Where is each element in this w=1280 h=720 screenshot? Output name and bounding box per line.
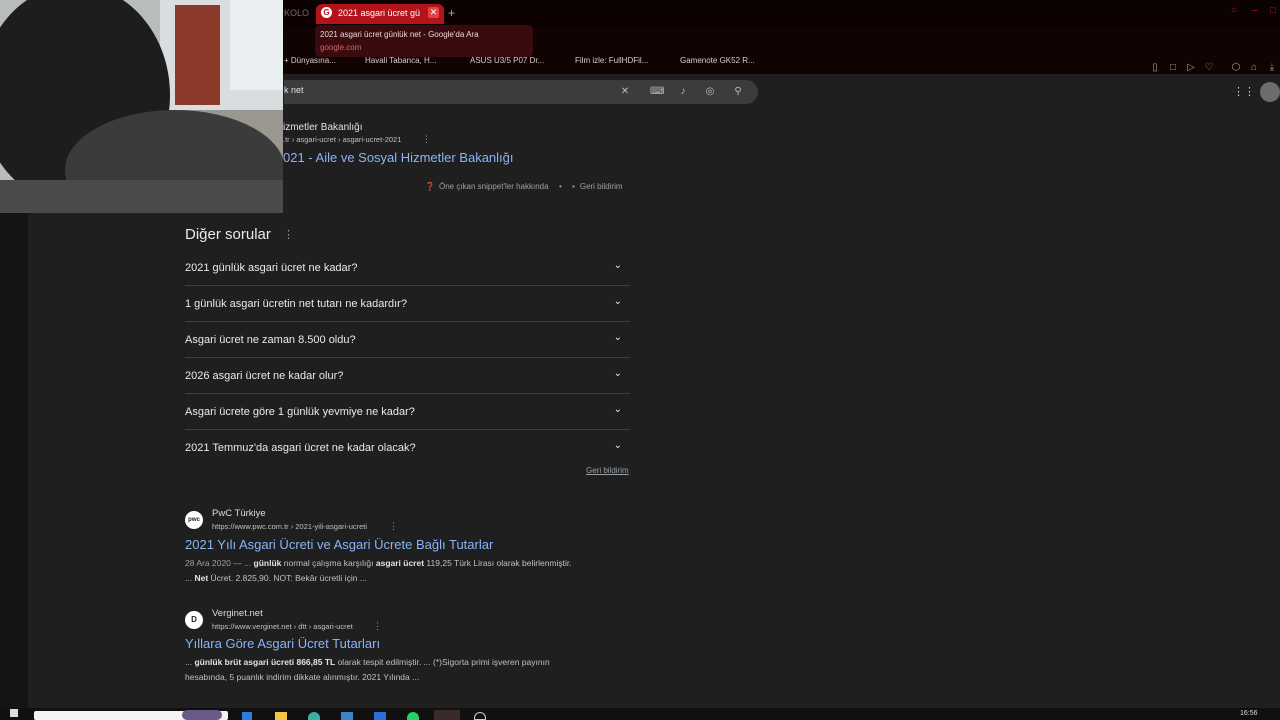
- snippet-url[interactable]: .tr › asgari-ucret › asgari-ucret-2021: [283, 135, 401, 144]
- snippet-line: ... günlük brüt asgari ücreti 866,85 TL …: [185, 655, 630, 670]
- new-tab-button[interactable]: +: [448, 6, 455, 20]
- snippet-about-link[interactable]: ❓ Öne çıkan snippet'ler hakkında: [425, 182, 549, 191]
- maximize-button[interactable]: □: [1270, 5, 1276, 16]
- more-options-icon[interactable]: ⋮: [389, 521, 398, 532]
- opera-gx-icon[interactable]: [434, 710, 460, 720]
- paa-question[interactable]: 1 günlük asgari ücretin net tutarı ne ka…: [185, 286, 630, 322]
- snippet-source: izmetler Bakanlığı: [283, 122, 363, 133]
- snippet-feedback-text: Geri bildirim: [579, 182, 623, 191]
- bookmark-item[interactable]: ASUS U3/5 P07 Dr...: [470, 56, 544, 65]
- tab-previous[interactable]: KOLO: [284, 4, 312, 24]
- paa-question[interactable]: Asgari ücret ne zaman 8.500 oldu? ⌄: [185, 322, 630, 358]
- question-text: 2026 asgari ücret ne kadar olur?: [185, 370, 344, 382]
- windows-start-icon[interactable]: [10, 709, 18, 717]
- more-options-icon[interactable]: ⋮: [422, 134, 431, 145]
- chevron-down-icon[interactable]: ⌄: [614, 260, 622, 271]
- more-options-icon[interactable]: ⋮: [373, 621, 382, 632]
- tab-title: 2021 asgari ücret gü: [338, 8, 421, 18]
- feedback-icon: ▪: [572, 182, 575, 191]
- snippet-text: olarak tespit edilmiştir. ... (*)Sigorta…: [335, 657, 550, 667]
- bookmark-item[interactable]: + Dünyasına...: [284, 56, 336, 65]
- clear-search-button[interactable]: ✕: [618, 85, 632, 99]
- paa-menu-icon[interactable]: ⋮: [283, 228, 294, 241]
- taskbar-widget-icon[interactable]: [182, 710, 222, 720]
- paa-question[interactable]: 2026 asgari ücret ne kadar olur? ⌄: [185, 358, 630, 394]
- keyboard-icon[interactable]: ⌨: [650, 85, 664, 99]
- chevron-down-icon[interactable]: ⌄: [614, 332, 622, 343]
- paa-heading: Diğer sorular: [185, 226, 271, 243]
- google-icon: G: [321, 7, 332, 18]
- taskbar-clock: 16:56: [1240, 710, 1258, 717]
- result-site-name[interactable]: PwC Türkiye: [212, 508, 266, 519]
- microphone-icon[interactable]: ♪: [676, 85, 690, 99]
- chevron-down-icon[interactable]: ⌄: [614, 440, 622, 451]
- result-date: 28 Ara 2020 — ...: [185, 558, 254, 568]
- avatar[interactable]: [1260, 82, 1280, 102]
- snippet-bold: asgari ücret: [375, 558, 425, 568]
- search-tabs-icon[interactable]: ○: [1231, 5, 1237, 16]
- tab-tooltip: 2021 asgari ücret günlük net - Google'da…: [315, 25, 533, 57]
- bookmark-item[interactable]: Film izle: FullHDFil...: [575, 56, 648, 65]
- help-icon: ❓: [425, 182, 435, 191]
- question-text: 1 günlük asgari ücretin net tutarı ne ka…: [185, 298, 407, 310]
- separator-dot: •: [559, 182, 562, 191]
- app-icon[interactable]: [374, 712, 386, 720]
- result-title-link[interactable]: 2021 Yılı Asgari Ücreti ve Asgari Ücrete…: [185, 537, 493, 552]
- tooltip-url: google.com: [320, 43, 362, 52]
- question-text: Asgari ücrete göre 1 günlük yevmiye ne k…: [185, 406, 415, 418]
- snippet-bold: günlük brüt asgari ücreti 866,85 TL: [194, 657, 336, 667]
- apps-grid-icon[interactable]: ⋮⋮: [1233, 85, 1255, 99]
- verginet-favicon: D: [185, 611, 203, 629]
- snippet-line: 28 Ara 2020 — ... günlük normal çalışma …: [185, 556, 630, 571]
- minimize-button[interactable]: –: [1252, 5, 1258, 16]
- result-title-link[interactable]: Yıllara Göre Asgari Ücret Tutarları: [185, 636, 380, 651]
- snippet-feedback-link[interactable]: ▪ Geri bildirim: [572, 182, 623, 191]
- result-snippet: ... günlük brüt asgari ücreti 866,85 TL …: [185, 655, 630, 685]
- snippet-text: normal çalışma karşılığı: [281, 558, 376, 568]
- paa-question[interactable]: 2021 Temmuz'da asgari ücret ne kadar ola…: [185, 430, 630, 466]
- result-snippet: 28 Ara 2020 — ... günlük normal çalışma …: [185, 556, 630, 586]
- snippet-line: ... Net Ücret. 2.825,90. NOT: Bekâr ücre…: [185, 571, 630, 586]
- question-text: 2021 Temmuz'da asgari ücret ne kadar ola…: [185, 442, 416, 454]
- snippet-text: Ücret. 2.825,90. NOT: Bekâr ücretli için…: [208, 573, 367, 583]
- tooltip-title: 2021 asgari ücret günlük net - Google'da…: [320, 30, 479, 39]
- webcam-image: [0, 0, 283, 213]
- chevron-down-icon[interactable]: ⌄: [614, 368, 622, 379]
- lens-icon[interactable]: ◎: [703, 85, 717, 99]
- paa-question[interactable]: Asgari ücrete göre 1 günlük yevmiye ne k…: [185, 394, 630, 430]
- bookmark-item[interactable]: Havali Tabanca, H...: [365, 56, 436, 65]
- snippet-bold: Net: [194, 573, 209, 583]
- result-url[interactable]: https://www.verginet.net › dtt › asgari-…: [212, 622, 353, 631]
- result-site-name[interactable]: Verginet.net: [212, 608, 263, 619]
- snippet-title-link[interactable]: 021 - Aile ve Sosyal Hizmetler Bakanlığı: [283, 150, 514, 165]
- tab-active[interactable]: G 2021 asgari ücret gü ✕: [316, 4, 444, 24]
- edge-icon[interactable]: [308, 712, 320, 720]
- search-input[interactable]: k net ✕ ⌨ ♪ ◎ ⚲: [284, 80, 758, 104]
- search-query[interactable]: k net: [284, 85, 304, 95]
- taskbar-app-icon[interactable]: [242, 712, 252, 720]
- folder-icon[interactable]: [275, 712, 287, 720]
- webcam-overlay: [0, 0, 283, 213]
- pwc-favicon: pwc: [185, 511, 203, 529]
- result-url[interactable]: https://www.pwc.com.tr › 2021-yili-asgar…: [212, 522, 367, 531]
- left-margin: [0, 213, 28, 708]
- bookmark-item[interactable]: Gamenote GK52 R...: [680, 56, 755, 65]
- clock-app-icon[interactable]: [474, 712, 486, 720]
- whatsapp-icon[interactable]: [407, 712, 419, 720]
- store-icon[interactable]: [341, 712, 353, 720]
- snippet-about-text: Öne çıkan snippet'ler hakkında: [438, 182, 549, 191]
- chevron-down-icon[interactable]: ⌄: [614, 404, 622, 415]
- paa-question[interactable]: 2021 günlük asgari ücret ne kadar? ⌄: [185, 250, 630, 286]
- snippet-bold: günlük: [253, 558, 282, 568]
- snippet-line: hesabında, 5 puanlık indirim dikkate alı…: [185, 672, 420, 682]
- question-text: Asgari ücret ne zaman 8.500 oldu?: [185, 334, 356, 346]
- paa-feedback-link[interactable]: Geri bildirim: [586, 466, 629, 475]
- chevron-down-icon[interactable]: ⌄: [614, 296, 622, 307]
- question-text: 2021 günlük asgari ücret ne kadar?: [185, 262, 358, 274]
- snippet-text: 119,25 Türk Lirası olarak belirlenmiştir…: [424, 558, 572, 568]
- search-icon[interactable]: ⚲: [731, 85, 745, 99]
- close-tab-button[interactable]: ✕: [428, 7, 439, 18]
